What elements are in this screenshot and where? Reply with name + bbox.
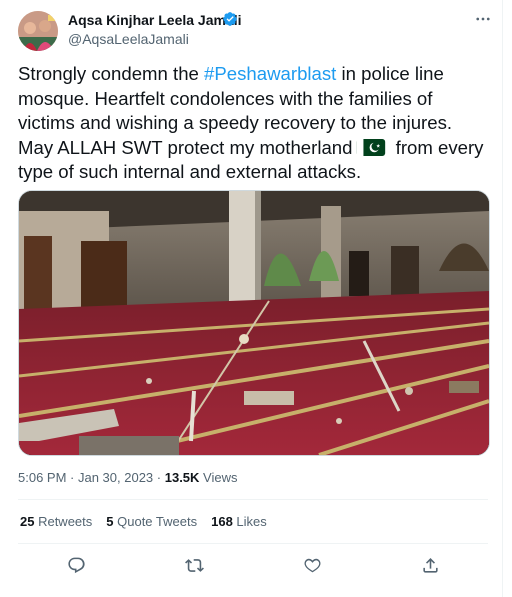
like-button[interactable] <box>299 552 325 578</box>
tweet-text: Strongly condemn the #Peshawarblast in p… <box>18 62 488 185</box>
meta-separator: · <box>153 470 165 485</box>
share-button[interactable] <box>417 552 443 578</box>
author-name[interactable]: Aqsa Kinjhar Leela Jamali <box>68 12 242 28</box>
meta-separator: · <box>66 470 78 485</box>
divider <box>18 499 488 500</box>
quotes-label: Quote Tweets <box>113 514 198 529</box>
pakistan-flag-icon <box>357 138 386 156</box>
tweet-photo[interactable] <box>18 190 490 456</box>
quotes-stat[interactable]: 5 Quote Tweets <box>106 514 197 529</box>
tweet-meta: 5:06 PM · Jan 30, 2023 · 13.5K Views <box>18 470 238 485</box>
likes-stat[interactable]: 168 Likes <box>211 514 267 529</box>
tweet-time[interactable]: 5:06 PM <box>18 470 66 485</box>
retweet-icon <box>184 558 204 572</box>
share-icon <box>422 557 438 573</box>
likes-count: 168 <box>211 514 233 529</box>
action-bar <box>18 552 488 578</box>
views-label: Views <box>199 470 238 485</box>
retweet-button[interactable] <box>181 552 207 578</box>
like-icon <box>304 558 320 572</box>
retweets-count: 25 <box>20 514 35 529</box>
verified-badge-icon <box>223 12 237 26</box>
reply-button[interactable] <box>63 552 89 578</box>
tweet-text-part: Strongly condemn the <box>18 63 205 84</box>
tweet-date[interactable]: Jan 30, 2023 <box>78 470 153 485</box>
author-handle[interactable]: @AqsaLeelaJamali <box>68 31 189 47</box>
views-count: 13.5K <box>164 470 200 485</box>
more-options-icon[interactable] <box>474 10 492 28</box>
hashtag-link[interactable]: #Peshawarblast <box>204 63 336 84</box>
reply-icon <box>67 557 85 573</box>
tweet-stats: 25 Retweets 5 Quote Tweets 168 Likes <box>20 514 267 529</box>
tweet-card: Aqsa Kinjhar Leela Jamali @AqsaLeelaJama… <box>0 0 503 597</box>
divider <box>18 543 488 544</box>
avatar[interactable] <box>18 11 58 51</box>
likes-label: Likes <box>232 514 267 529</box>
retweets-label: Retweets <box>34 514 93 529</box>
quotes-count: 5 <box>106 514 114 529</box>
retweets-stat[interactable]: 25 Retweets <box>20 514 92 529</box>
